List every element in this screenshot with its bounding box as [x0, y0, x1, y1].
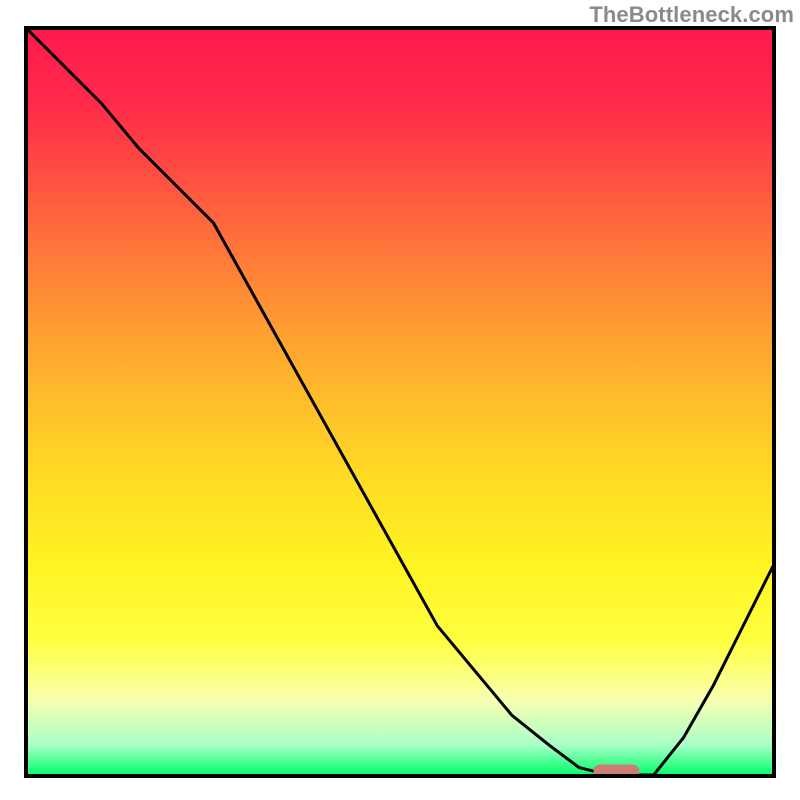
gradient-background: [27, 29, 773, 775]
watermark-text: TheBottleneck.com: [589, 2, 794, 28]
chart-container: TheBottleneck.com: [0, 0, 800, 800]
bottleneck-chart: [24, 26, 776, 778]
